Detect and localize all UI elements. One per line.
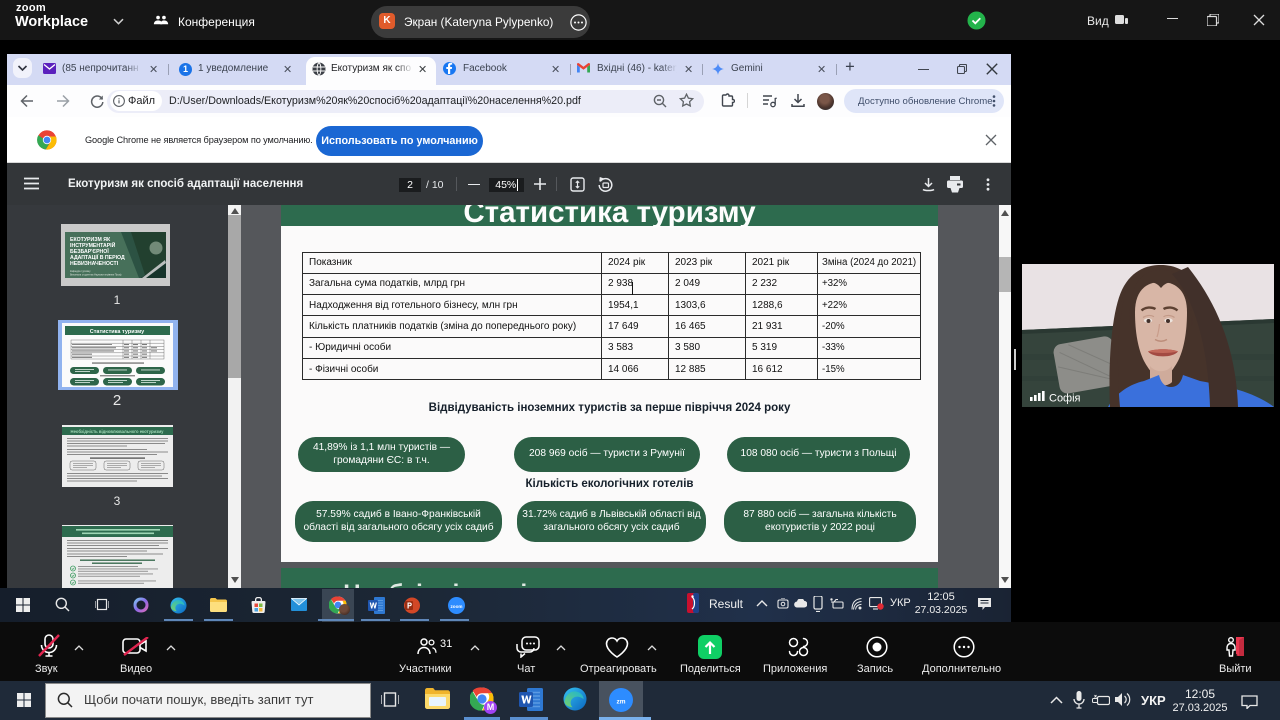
svg-text:Софія: Софія [1049,393,1081,405]
svg-text:ІНСТРУМЕНТАРІЙ: ІНСТРУМЕНТАРІЙ [70,241,116,249]
svg-text:АДАПТАЦІЇ В ПЕРІОД: АДАПТАЦІЇ В ПЕРІОД [70,254,125,261]
svg-text:zoom: zoom [451,604,463,609]
svg-text:БЕЗБАР'ЄРНОЇ: БЕЗБАР'ЄРНОЇ [70,248,109,255]
svg-text:НЕВИЗНАЧЕНОСТІ: НЕВИЗНАЧЕНОСТІ [70,261,119,267]
svg-text:Статистика туризму: Статистика туризму [90,329,145,335]
svg-text:Необхідність відновлювального: Необхідність відновлювального екотуризму [70,429,164,434]
svg-text:zm: zm [616,699,625,706]
svg-text:Виконала студентка Наукови: Виконала студентка Наукови керівник Проф [70,273,121,276]
